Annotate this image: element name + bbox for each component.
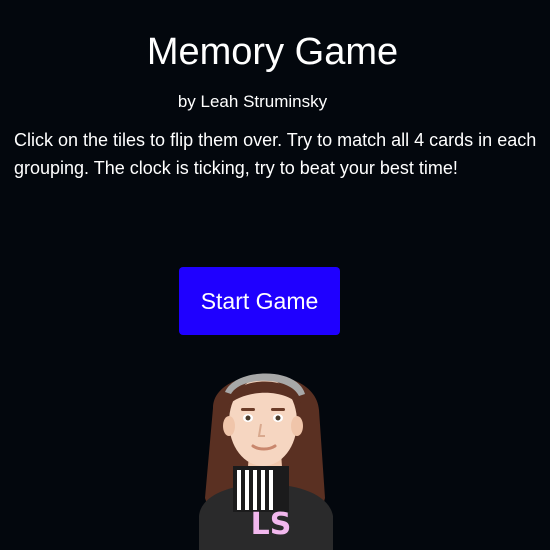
- author-byline: by Leah Struminsky: [177, 92, 328, 111]
- avatar-illustration-icon: LS: [199, 373, 333, 550]
- avatar-initials: LS: [251, 507, 292, 542]
- start-game-button[interactable]: Start Game: [179, 267, 340, 335]
- page-title: Memory Game: [146, 31, 399, 73]
- game-start-screen: Memory Game by Leah Struminsky Click on …: [0, 0, 550, 550]
- avatar: LS: [185, 348, 345, 550]
- game-instructions: Click on the tiles to flip them over. Tr…: [14, 130, 537, 178]
